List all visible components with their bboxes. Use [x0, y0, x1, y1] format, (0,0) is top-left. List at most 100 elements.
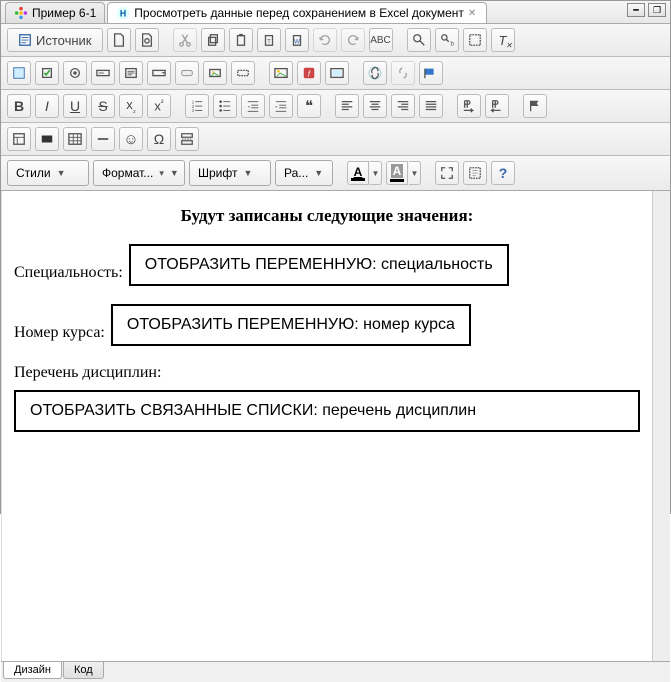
flag-button[interactable]	[523, 94, 547, 118]
align-right-button[interactable]	[391, 94, 415, 118]
undo-button[interactable]	[313, 28, 337, 52]
code-tab[interactable]: Код	[63, 662, 104, 679]
smiley-button[interactable]: ☺	[119, 127, 143, 151]
minimize-button[interactable]: ━	[627, 3, 645, 17]
tab-preview-data[interactable]: H Просмотреть данные перед сохранением в…	[107, 2, 487, 23]
flash-button[interactable]: f	[297, 61, 321, 85]
select-button[interactable]	[147, 61, 171, 85]
show-blocks-button[interactable]	[463, 161, 487, 185]
subscript-button[interactable]: x₂	[119, 94, 143, 118]
image-button-button[interactable]	[203, 61, 227, 85]
replace-button[interactable]: b	[435, 28, 459, 52]
vertical-scrollbar[interactable]	[652, 191, 670, 661]
toolbar-row-4: ☺ Ω	[1, 123, 670, 156]
text-color-button[interactable]: A ▼	[347, 161, 382, 185]
select-all-button[interactable]	[463, 28, 487, 52]
field-row-course: Номер курса: ОТОБРАЗИТЬ ПЕРЕМЕННУЮ: номе…	[14, 304, 640, 346]
svg-text:W: W	[294, 39, 300, 46]
underline-button[interactable]: U	[63, 94, 87, 118]
tab-label: Просмотреть данные перед сохранением в E…	[134, 6, 464, 20]
svg-text:3: 3	[192, 108, 195, 113]
image-button[interactable]	[269, 61, 293, 85]
tab-example[interactable]: Пример 6-1	[5, 2, 105, 23]
source-label: Источник	[36, 33, 92, 48]
paste-button[interactable]	[229, 28, 253, 52]
h-icon: H	[116, 6, 130, 20]
new-doc-button[interactable]	[107, 28, 131, 52]
align-left-button[interactable]	[335, 94, 359, 118]
field-label: Перечень дисциплин:	[14, 364, 634, 386]
help-button[interactable]: ?	[491, 161, 515, 185]
maximize-editor-button[interactable]	[435, 161, 459, 185]
paste-text-button[interactable]: T	[257, 28, 281, 52]
align-justify-button[interactable]	[419, 94, 443, 118]
toolbar-row-5: Стили▼ Формат...▾▼ Шрифт▼ Ра...▼ A ▼ A ▼…	[1, 156, 670, 191]
bullet-list-button[interactable]	[213, 94, 237, 118]
remove-format-button[interactable]: T✕	[491, 28, 515, 52]
superscript-button[interactable]: x²	[147, 94, 171, 118]
form-button[interactable]	[7, 61, 31, 85]
preview-button[interactable]	[135, 28, 159, 52]
svg-text:b: b	[450, 40, 454, 47]
checkbox-button[interactable]	[35, 61, 59, 85]
doc-heading: Будут записаны следующие значения:	[14, 206, 640, 226]
align-center-button[interactable]	[363, 94, 387, 118]
special-char-button[interactable]: Ω	[147, 127, 171, 151]
iframe-button[interactable]	[325, 61, 349, 85]
indent-button[interactable]	[269, 94, 293, 118]
toolbar-row-1: Источник T W ABC b T✕	[1, 24, 670, 57]
bg-color-button[interactable]: A ▼	[386, 161, 421, 185]
variable-box[interactable]: ОТОБРАЗИТЬ ПЕРЕМЕННУЮ: специальность	[129, 244, 509, 286]
anchor-button[interactable]	[419, 61, 443, 85]
hr-button[interactable]	[91, 127, 115, 151]
spellcheck-button[interactable]: ABC	[369, 28, 393, 52]
variable-box[interactable]: ОТОБРАЗИТЬ ПЕРЕМЕННУЮ: номер курса	[111, 304, 471, 346]
format-dropdown[interactable]: Формат...▾▼	[93, 160, 185, 186]
find-button[interactable]	[407, 28, 431, 52]
toolbar-row-3: B I U S x₂ x² 123 ❝	[1, 90, 670, 123]
hidden-field-button[interactable]	[231, 61, 255, 85]
tab-label: Пример 6-1	[32, 6, 96, 20]
templates-button[interactable]	[7, 127, 31, 151]
link-button[interactable]	[363, 61, 387, 85]
editor-content-wrap: Будут записаны следующие значения: Специ…	[1, 191, 670, 661]
design-tab[interactable]: Дизайн	[3, 662, 62, 679]
svg-text:T: T	[267, 39, 271, 46]
copy-button[interactable]	[201, 28, 225, 52]
blockquote-button[interactable]: ❝	[297, 94, 321, 118]
numbered-list-button[interactable]: 123	[185, 94, 209, 118]
field-label: Специальность:	[14, 264, 123, 286]
cut-button[interactable]	[173, 28, 197, 52]
source-button[interactable]: Источник	[7, 28, 103, 52]
table-button[interactable]	[63, 127, 87, 151]
strike-button[interactable]: S	[91, 94, 115, 118]
styles-dropdown[interactable]: Стили▼	[7, 160, 89, 186]
div-button[interactable]	[35, 127, 59, 151]
page-break-button[interactable]	[175, 127, 199, 151]
flower-icon	[14, 6, 28, 20]
variable-box[interactable]: ОТОБРАЗИТЬ СВЯЗАННЫЕ СПИСКИ: перечень ди…	[14, 390, 640, 432]
italic-button[interactable]: I	[35, 94, 59, 118]
paste-word-button[interactable]: W	[285, 28, 309, 52]
textarea-button[interactable]	[119, 61, 143, 85]
svg-text:H: H	[120, 9, 126, 19]
radio-button[interactable]	[63, 61, 87, 85]
maximize-button[interactable]: ❐	[648, 3, 666, 17]
outdent-button[interactable]	[241, 94, 265, 118]
ltr-button[interactable]	[457, 94, 481, 118]
toolbar-row-2: f	[1, 57, 670, 90]
button-widget-button[interactable]	[175, 61, 199, 85]
font-dropdown[interactable]: Шрифт▼	[189, 160, 271, 186]
editor-area[interactable]: Будут записаны следующие значения: Специ…	[1, 191, 652, 661]
textfield-button[interactable]	[91, 61, 115, 85]
size-dropdown[interactable]: Ра...▼	[275, 160, 333, 186]
redo-button[interactable]	[341, 28, 365, 52]
rtl-button[interactable]	[485, 94, 509, 118]
unlink-button[interactable]	[391, 61, 415, 85]
bold-button[interactable]: B	[7, 94, 31, 118]
window-controls: ━ ❐	[627, 3, 666, 17]
close-icon[interactable]: ✕	[468, 8, 478, 18]
field-row-specialty: Специальность: ОТОБРАЗИТЬ ПЕРЕМЕННУЮ: сп…	[14, 244, 640, 286]
field-label: Номер курса:	[14, 324, 105, 346]
bottom-tab-bar: Дизайн Код	[1, 661, 670, 682]
